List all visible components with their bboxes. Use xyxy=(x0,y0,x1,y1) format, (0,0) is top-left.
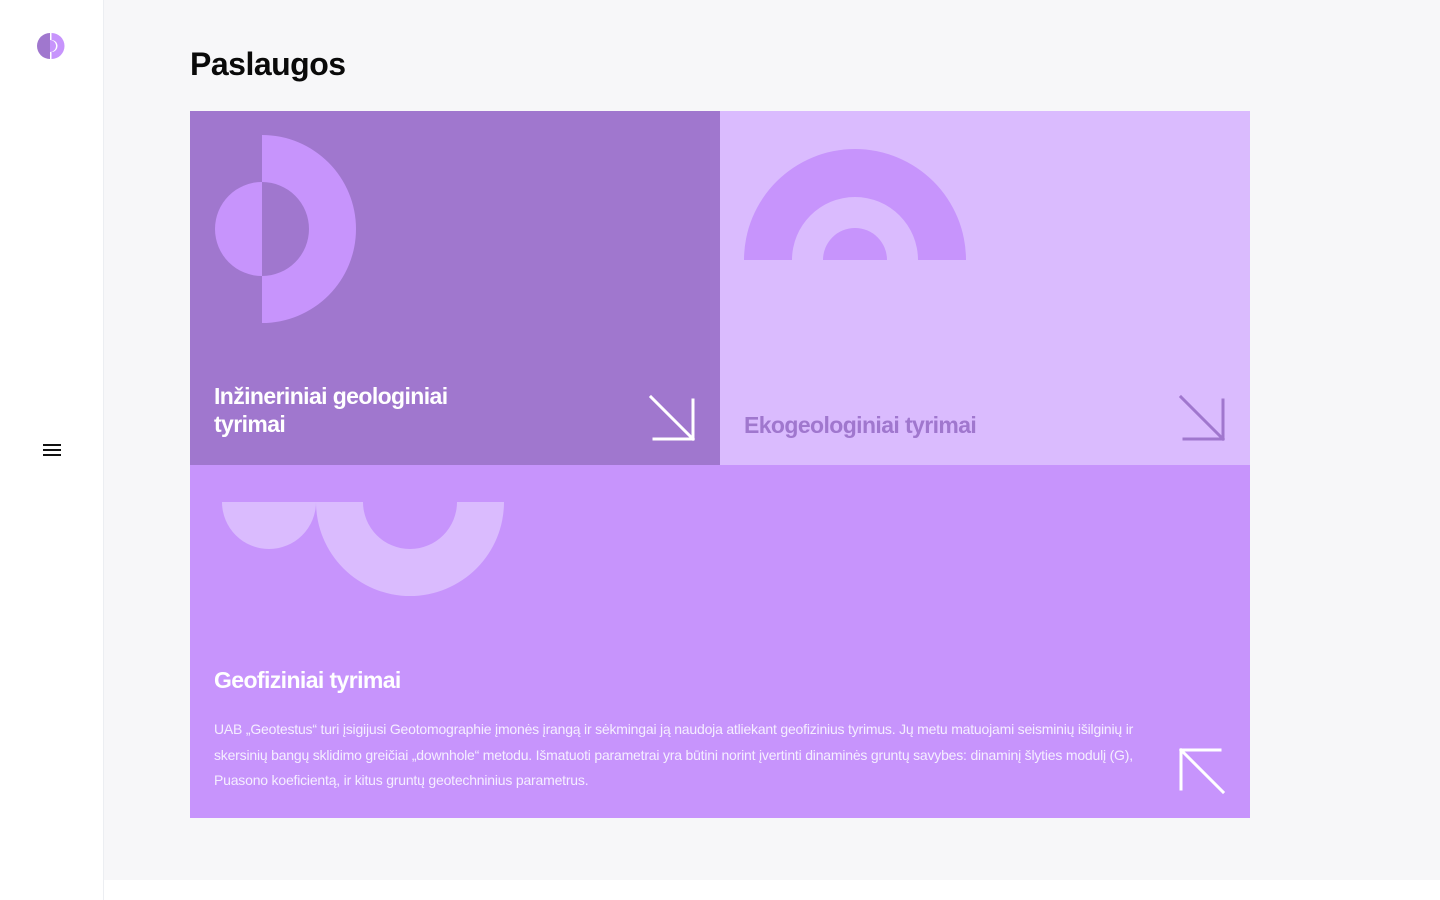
main-content: Paslaugos Inžineriniai geologiniai tyrim… xyxy=(104,0,1440,880)
service-card-title: Geofiziniai tyrimai xyxy=(214,667,401,693)
sidebar xyxy=(0,0,104,900)
hamburger-menu-icon xyxy=(43,444,61,456)
arrow-down-right-icon xyxy=(1178,394,1226,442)
menu-button[interactable] xyxy=(40,438,64,462)
logo-icon[interactable] xyxy=(37,30,65,62)
service-card-ecogeology[interactable]: Ekogeologiniai tyrimai xyxy=(720,111,1250,465)
service-card-title: Inžineriniai geologiniai tyrimai xyxy=(214,383,448,437)
service-card-description: UAB „Geotestus“ turi įsigijusi Geotomogr… xyxy=(214,721,1134,788)
page-title: Paslaugos xyxy=(190,46,346,82)
arrow-down-right-icon xyxy=(648,394,696,442)
service-card-geophysics[interactable]: Geofiziniai tyrimai UAB „Geotestus“ turi… xyxy=(190,465,1250,818)
arrow-up-left-icon xyxy=(1178,747,1226,795)
service-card-title: Ekogeologiniai tyrimai xyxy=(744,412,977,438)
service-card-engineering[interactable]: Inžineriniai geologiniai tyrimai xyxy=(190,111,720,465)
